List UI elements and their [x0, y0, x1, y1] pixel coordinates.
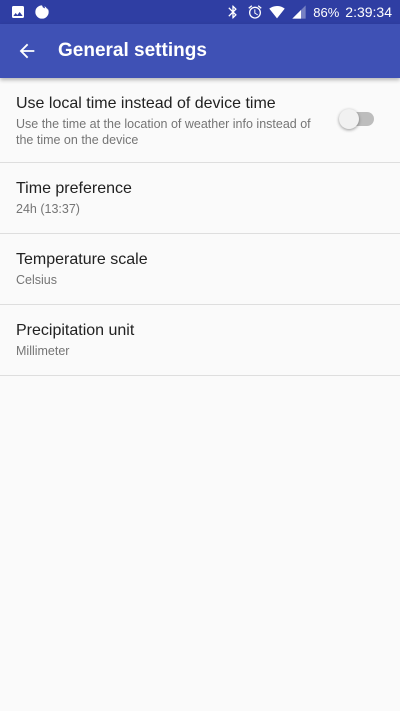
setting-temperature-scale[interactable]: Temperature scale Celsius [0, 234, 400, 305]
signal-icon [291, 4, 307, 20]
firefox-icon [34, 4, 50, 20]
arrow-left-icon [19, 43, 35, 59]
setting-title: Temperature scale [16, 251, 148, 268]
alarm-icon [247, 4, 263, 20]
setting-title: Use local time instead of device time [16, 95, 276, 112]
setting-summary: Use the time at the location of weather … [16, 117, 311, 147]
setting-summary: Millimeter [16, 344, 70, 358]
setting-summary: 24h (13:37) [16, 202, 80, 216]
setting-title: Time preference [16, 180, 132, 197]
settings-list: Use local time instead of device time Us… [0, 78, 400, 376]
status-bar-left [10, 4, 50, 20]
setting-summary: Celsius [16, 273, 57, 287]
setting-title: Precipitation unit [16, 322, 135, 339]
setting-precipitation-unit[interactable]: Precipitation unit Millimeter [0, 305, 400, 376]
setting-time-preference[interactable]: Time preference 24h (13:37) [0, 163, 400, 234]
local-time-toggle[interactable] [339, 109, 374, 129]
bluetooth-icon [225, 4, 241, 20]
battery-level: 86% [313, 4, 340, 20]
image-icon [10, 4, 26, 20]
status-bar-right: 86% 2:39:34 [225, 4, 392, 20]
back-button[interactable] [0, 24, 54, 78]
toggle-thumb [339, 109, 359, 129]
status-bar: 86% 2:39:34 [0, 0, 400, 24]
setting-local-time[interactable]: Use local time instead of device time Us… [0, 78, 400, 163]
page-title: General settings [58, 40, 207, 61]
clock: 2:39:34 [345, 4, 392, 20]
wifi-icon [269, 4, 285, 20]
app-bar: General settings [0, 24, 400, 78]
